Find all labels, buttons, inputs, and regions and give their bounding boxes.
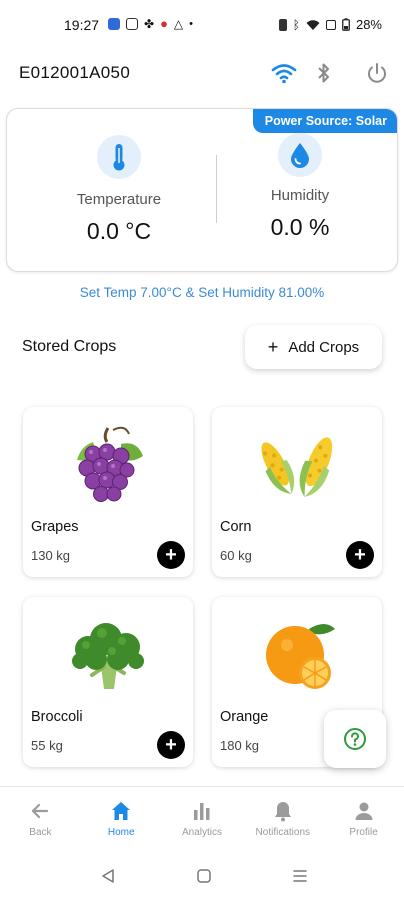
system-navigation <box>0 850 404 900</box>
nav-item-home[interactable]: Home <box>81 787 162 848</box>
nav-item-analytics[interactable]: Analytics <box>162 787 243 848</box>
nav-label: Notifications <box>255 827 311 838</box>
home-icon <box>109 799 133 823</box>
crop-name: Corn <box>220 519 252 535</box>
nav-label: Home <box>107 827 135 838</box>
temperature-label: Temperature <box>76 191 162 208</box>
crop-quantity: 180 kg <box>220 738 260 753</box>
app-notification-icon <box>126 18 138 30</box>
back-arrow-icon <box>28 799 52 823</box>
wifi-icon[interactable] <box>270 59 298 87</box>
add-crops-label: Add Crops <box>288 338 360 356</box>
orange-icon <box>212 609 382 701</box>
bell-icon <box>271 799 295 823</box>
person-icon <box>352 799 376 823</box>
crop-quantity: 55 kg <box>31 738 63 753</box>
system-home-button[interactable] <box>194 866 214 886</box>
battery-percent: 28% <box>355 17 382 32</box>
crop-name: Grapes <box>31 519 79 535</box>
system-status-icons: ᛒ 28% <box>278 17 382 32</box>
crop-quantity: 130 kg <box>31 548 71 563</box>
square-home-icon <box>197 869 211 883</box>
wifi-status-icon <box>306 19 320 30</box>
temperature-panel: Temperature 0.0 °C <box>24 135 214 245</box>
menu-lines-icon <box>293 870 307 882</box>
setpoint-text: Set Temp 7.00°C & Set Humidity 81.00% <box>79 285 325 300</box>
nav-item-notifications[interactable]: Notifications <box>242 787 323 848</box>
bar-chart-icon <box>190 799 214 823</box>
system-recents-button[interactable] <box>290 866 310 886</box>
nav-item-back[interactable]: Back <box>0 787 81 848</box>
power-icon[interactable] <box>363 59 391 87</box>
nav-item-profile[interactable]: Profile <box>323 787 404 848</box>
notification-icons: ✤ ● △ • <box>108 17 193 31</box>
humidity-panel: Humidity 0.0 % <box>205 133 395 241</box>
help-button[interactable] <box>324 710 386 768</box>
nav-label: Profile <box>349 827 378 838</box>
humidity-label: Humidity <box>270 187 330 204</box>
bluetooth-status-icon: ᛒ <box>292 17 300 32</box>
more-notifications-dot: • <box>189 18 194 30</box>
water-drop-icon <box>278 133 322 177</box>
app-notification-icon <box>108 18 120 30</box>
grapes-icon <box>23 419 193 511</box>
stored-crops-title: Stored Crops <box>22 338 117 355</box>
status-time: 19:27 <box>64 17 100 33</box>
app-notification-icon: ● <box>160 16 168 31</box>
broccoli-icon <box>23 609 193 701</box>
app-header: E012001A050 <box>0 55 404 91</box>
nav-label: Analytics <box>181 827 222 838</box>
nav-label: Back <box>29 827 52 838</box>
thermometer-icon <box>97 135 141 179</box>
device-id: E012001A050 <box>19 63 131 82</box>
add-crops-button[interactable]: + Add Crops <box>245 325 382 369</box>
crop-name: Broccoli <box>31 709 83 725</box>
bluetooth-icon[interactable] <box>310 59 338 87</box>
temperature-value: 0.0 °C <box>86 218 152 244</box>
sim-icon <box>325 19 336 30</box>
help-icon <box>344 728 366 750</box>
humidity-value: 0.0 % <box>270 214 330 240</box>
system-back-button[interactable] <box>98 866 118 886</box>
status-bar: 19:27 ✤ ● △ • ᛒ 28% <box>0 0 404 52</box>
crop-quantity: 60 kg <box>220 548 252 563</box>
corn-icon <box>212 419 382 511</box>
android-icon: △ <box>173 17 184 31</box>
bottom-navigation: Back Home Analytics Notifications Profil… <box>0 786 404 848</box>
battery-icon <box>342 18 350 31</box>
crop-name: Orange <box>220 709 269 725</box>
add-quantity-button[interactable]: + <box>157 541 185 569</box>
plus-icon: + <box>267 337 279 357</box>
add-quantity-button[interactable]: + <box>346 541 374 569</box>
fan-icon: ✤ <box>144 17 155 31</box>
crop-card[interactable]: Broccoli 55 kg + <box>23 597 193 767</box>
triangle-back-icon <box>102 869 114 883</box>
sensor-card: Power Source: Solar Temperature 0.0 °C H… <box>6 108 398 272</box>
add-quantity-button[interactable]: + <box>157 731 185 759</box>
crop-card[interactable]: Grapes 130 kg + <box>23 407 193 577</box>
power-source-badge: Power Source: Solar <box>252 109 397 133</box>
crop-card[interactable]: Corn 60 kg + <box>212 407 382 577</box>
vibrate-icon <box>278 18 287 31</box>
